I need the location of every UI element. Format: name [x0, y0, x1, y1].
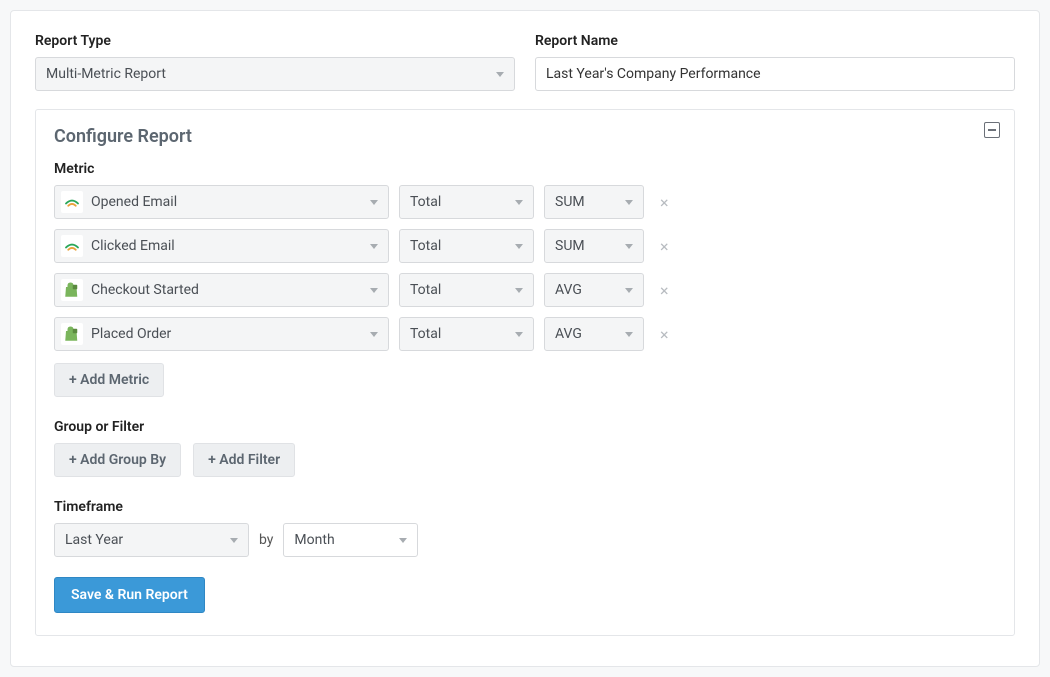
chevron-down-icon — [370, 288, 378, 293]
remove-metric-icon[interactable]: × — [654, 237, 675, 256]
metric-measure-select[interactable]: Total — [399, 317, 534, 351]
chevron-down-icon — [370, 244, 378, 249]
metric-measure-wrap: Total — [399, 185, 534, 219]
metric-name-wrap: Checkout Started — [54, 273, 389, 307]
chevron-down-icon — [515, 332, 523, 337]
metric-measure-value: Total — [410, 194, 441, 210]
add-group-by-button[interactable]: + Add Group By — [54, 443, 181, 477]
metric-measure-value: Total — [410, 326, 441, 342]
metric-measure-wrap: Total — [399, 317, 534, 351]
metric-measure-value: Total — [410, 282, 441, 298]
metric-name-value: Placed Order — [91, 326, 370, 342]
metric-name-select[interactable]: Placed Order — [54, 317, 389, 351]
report-builder-panel: Report Type Multi-Metric Report Report N… — [10, 10, 1040, 667]
timeframe-unit-select[interactable]: Month — [283, 523, 418, 557]
metric-agg-wrap: AVG — [544, 317, 644, 351]
timeframe-label: Timeframe — [54, 499, 996, 515]
remove-metric-icon[interactable]: × — [654, 325, 675, 344]
metric-measure-select[interactable]: Total — [399, 229, 534, 263]
metric-agg-wrap: SUM — [544, 185, 644, 219]
timeframe-range-select[interactable]: Last Year — [54, 523, 249, 557]
configure-panel: Configure Report Metric Opened Email Tota… — [35, 109, 1015, 636]
metric-row: Placed Order Total AVG × — [54, 317, 996, 351]
metric-name-value: Opened Email — [91, 194, 370, 210]
report-type-field: Report Type Multi-Metric Report — [35, 33, 515, 91]
timeframe-unit-value: Month — [294, 532, 334, 548]
save-run-label: Save & Run Report — [71, 587, 188, 603]
group-filter-label: Group or Filter — [54, 419, 996, 435]
chevron-down-icon — [625, 200, 633, 205]
timeframe-unit-wrap: Month — [283, 523, 418, 557]
metric-agg-value: AVG — [555, 282, 582, 298]
metric-row: Opened Email Total SUM × — [54, 185, 996, 219]
metric-name-select[interactable]: Checkout Started — [54, 273, 389, 307]
timeframe-range-value: Last Year — [65, 532, 123, 548]
metric-rows: Opened Email Total SUM × Clicked Email Total S… — [54, 185, 996, 351]
report-name-value: Last Year's Company Performance — [546, 66, 761, 82]
timeframe-range-wrap: Last Year — [54, 523, 249, 557]
chevron-down-icon — [230, 538, 238, 543]
metric-label: Metric — [54, 161, 996, 177]
configure-title: Configure Report — [54, 126, 996, 147]
report-name-field: Report Name Last Year's Company Performa… — [535, 33, 1015, 91]
metric-name-select[interactable]: Clicked Email — [54, 229, 389, 263]
shop-icon — [61, 323, 83, 345]
metric-agg-value: SUM — [555, 238, 585, 254]
add-filter-button[interactable]: + Add Filter — [193, 443, 295, 477]
add-filter-label: + Add Filter — [208, 452, 280, 468]
report-type-select[interactable]: Multi-Metric Report — [35, 57, 515, 91]
metric-agg-select[interactable]: AVG — [544, 317, 644, 351]
chevron-down-icon — [515, 244, 523, 249]
metric-measure-select[interactable]: Total — [399, 185, 534, 219]
metric-agg-select[interactable]: AVG — [544, 273, 644, 307]
metric-name-wrap: Placed Order — [54, 317, 389, 351]
metric-name-wrap: Clicked Email — [54, 229, 389, 263]
chevron-down-icon — [625, 288, 633, 293]
chevron-down-icon — [625, 244, 633, 249]
metric-measure-value: Total — [410, 238, 441, 254]
timeframe-section: Timeframe Last Year by Month — [54, 499, 996, 557]
metric-row: Checkout Started Total AVG × — [54, 273, 996, 307]
metric-agg-value: SUM — [555, 194, 585, 210]
metric-agg-select[interactable]: SUM — [544, 229, 644, 263]
email-icon — [61, 235, 83, 257]
metric-measure-select[interactable]: Total — [399, 273, 534, 307]
save-run-button[interactable]: Save & Run Report — [54, 577, 205, 613]
collapse-icon[interactable] — [984, 122, 1000, 138]
group-filter-section: Group or Filter + Add Group By + Add Fil… — [54, 419, 996, 477]
add-metric-label: + Add Metric — [69, 372, 149, 388]
chevron-down-icon — [515, 200, 523, 205]
remove-metric-icon[interactable]: × — [654, 193, 675, 212]
shop-icon — [61, 279, 83, 301]
add-metric-button[interactable]: + Add Metric — [54, 363, 164, 397]
report-name-input[interactable]: Last Year's Company Performance — [535, 57, 1015, 91]
metric-agg-wrap: AVG — [544, 273, 644, 307]
metric-agg-select[interactable]: SUM — [544, 185, 644, 219]
report-type-value: Multi-Metric Report — [46, 66, 166, 82]
report-type-label: Report Type — [35, 33, 515, 49]
metric-agg-value: AVG — [555, 326, 582, 342]
remove-metric-icon[interactable]: × — [654, 281, 675, 300]
metric-agg-wrap: SUM — [544, 229, 644, 263]
metric-measure-wrap: Total — [399, 229, 534, 263]
metric-name-select[interactable]: Opened Email — [54, 185, 389, 219]
metric-row: Clicked Email Total SUM × — [54, 229, 996, 263]
email-icon — [61, 191, 83, 213]
chevron-down-icon — [370, 332, 378, 337]
report-name-label: Report Name — [535, 33, 1015, 49]
metric-name-value: Checkout Started — [91, 282, 370, 298]
metric-measure-wrap: Total — [399, 273, 534, 307]
chevron-down-icon — [370, 200, 378, 205]
metric-name-value: Clicked Email — [91, 238, 370, 254]
header-row: Report Type Multi-Metric Report Report N… — [35, 33, 1015, 91]
chevron-down-icon — [515, 288, 523, 293]
metric-name-wrap: Opened Email — [54, 185, 389, 219]
add-group-by-label: + Add Group By — [69, 452, 166, 468]
chevron-down-icon — [399, 538, 407, 543]
chevron-down-icon — [496, 72, 504, 77]
chevron-down-icon — [625, 332, 633, 337]
timeframe-by-label: by — [259, 532, 273, 548]
